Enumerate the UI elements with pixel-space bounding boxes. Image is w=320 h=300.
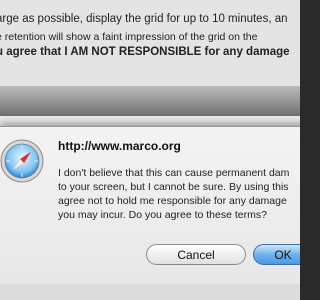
background-page: arge as possible, display the grid for u… [0, 0, 300, 90]
bottom-bar [0, 284, 300, 300]
safari-compass-icon [0, 139, 44, 183]
background-text-line-3: u agree that I AM NOT RESPONSIBLE for an… [0, 46, 290, 58]
dialog-url: http://www.marco.org [58, 139, 181, 153]
background-text-line-2: e retention will show a faint impression… [0, 31, 258, 43]
ok-button[interactable]: OK [253, 244, 300, 265]
background-text-line-1: arge as possible, display the grid for u… [0, 13, 288, 25]
dialog-message: I don't believe that this can cause perm… [58, 167, 290, 221]
screen: arge as possible, display the grid for u… [0, 0, 300, 300]
background-shadow [0, 86, 300, 116]
cancel-button[interactable]: Cancel [146, 244, 246, 265]
